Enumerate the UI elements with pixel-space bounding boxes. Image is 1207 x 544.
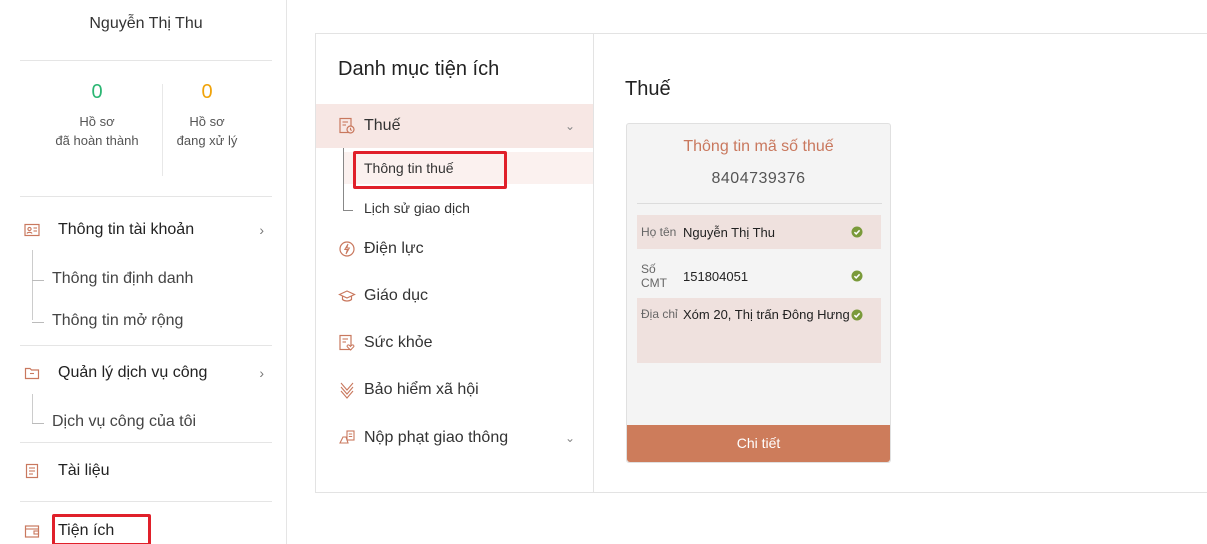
category-item-education[interactable]: Giáo dục [316, 274, 593, 318]
traffic-fine-icon [338, 429, 356, 447]
sidebar-divider [286, 0, 287, 544]
tax-card-title: Thông tin mã số thuế [683, 138, 834, 155]
info-value: Xóm 20, Thị trấn Đông Hưng [683, 307, 850, 322]
sidebar: Nguyễn Thị Thu 0 Hồ sơ đã hoàn thành 0 H… [0, 0, 288, 544]
tax-info-card: Thông tin mã số thuế 8404739376 Họ tên N… [626, 123, 891, 463]
tree-tick [343, 210, 353, 211]
sidebar-item-extended-info[interactable]: Thông tin mở rộng [32, 312, 183, 330]
divider [20, 345, 272, 346]
menu-account[interactable]: Thông tin tài khoản › [24, 218, 272, 242]
sidebar-item-my-services[interactable]: Dịch vụ công của tôi [32, 413, 196, 431]
wallet-icon [24, 523, 40, 539]
check-circle-icon [851, 226, 867, 238]
category-item-tax[interactable]: Thuế ⌄ [316, 104, 593, 148]
check-circle-icon [851, 303, 867, 363]
category-item-label: Nộp phạt giao thông [364, 429, 509, 446]
menu-utilities-label: Tiện ích [58, 522, 115, 539]
menu-documents-label: Tài liệu [58, 462, 110, 479]
subitem-tax-info[interactable]: Thông tin thuế [344, 152, 593, 184]
id-card-icon [24, 222, 40, 238]
stat-processing-value: 0 [201, 81, 213, 103]
tax-code: 8404739376 [711, 170, 806, 187]
sidebar-item-identity[interactable]: Thông tin định danh [32, 270, 193, 288]
social-insurance-icon [338, 381, 356, 399]
category-item-label: Sức khỏe [364, 334, 433, 351]
stat-processing-label: Hồ sơ đang xử lý [176, 114, 238, 148]
divider [20, 501, 272, 502]
category-item-label: Bảo hiểm xã hội [364, 381, 479, 398]
info-key: Họ tên [641, 225, 677, 239]
info-key: Địa chỉ [641, 307, 678, 321]
user-name: Nguyễn Thị Thu [89, 15, 203, 32]
subitem-transaction-history[interactable]: Lịch sử giao dịch [364, 200, 470, 216]
category-item-label: Giáo dục [364, 287, 429, 304]
health-record-icon [338, 334, 356, 352]
category-item-label: Điện lực [364, 240, 424, 257]
category-item-health[interactable]: Sức khỏe [316, 321, 593, 365]
divider [20, 196, 272, 197]
check-circle-icon [851, 270, 867, 282]
menu-documents[interactable]: Tài liệu [24, 459, 272, 483]
divider [20, 60, 272, 61]
detail-button[interactable]: Chi tiết [627, 425, 890, 462]
folder-icon [24, 365, 40, 381]
graduation-cap-icon [338, 287, 356, 305]
divider [20, 442, 272, 443]
stat-completed[interactable]: 0 Hồ sơ đã hoàn thành [42, 80, 152, 150]
info-row-name: Họ tên Nguyễn Thị Thu [637, 215, 881, 249]
electricity-icon [338, 240, 356, 258]
info-row-id: Số CMT 151804051 [637, 261, 881, 291]
stat-completed-label: Hồ sơ đã hoàn thành [55, 114, 139, 148]
chevron-down-icon: ⌄ [564, 119, 575, 133]
info-value: Nguyễn Thị Thu [683, 224, 776, 240]
tax-icon [338, 117, 356, 135]
info-row-address: Địa chỉ Xóm 20, Thị trấn Đông Hưng [637, 298, 881, 363]
chevron-right-icon: › [259, 365, 264, 381]
category-item-social-insurance[interactable]: Bảo hiểm xã hội [316, 368, 593, 412]
menu-public-services[interactable]: Quản lý dịch vụ công › [24, 361, 272, 385]
stat-processing[interactable]: 0 Hồ sơ đang xử lý [152, 80, 262, 150]
menu-public-services-label: Quản lý dịch vụ công [58, 364, 208, 381]
document-icon [24, 463, 40, 479]
info-value: 151804051 [683, 268, 749, 284]
chevron-down-icon: ⌄ [564, 431, 575, 445]
divider [637, 203, 882, 204]
category-item-label: Thuế [364, 117, 401, 134]
utilities-card: Danh mục tiện ích Thuế ⌄ Thông tin thuế … [315, 33, 1207, 493]
chevron-right-icon: › [259, 222, 264, 238]
category-list: Danh mục tiện ích Thuế ⌄ Thông tin thuế … [316, 34, 594, 492]
info-key: Số CMT [641, 262, 667, 290]
menu-utilities[interactable]: Tiện ích [24, 519, 272, 543]
category-title: Danh mục tiện ích [338, 58, 500, 80]
stat-completed-value: 0 [91, 81, 103, 103]
panel-title: Thuế [625, 78, 671, 100]
category-item-traffic-fine[interactable]: Nộp phạt giao thông ⌄ [316, 416, 593, 460]
category-item-electricity[interactable]: Điện lực [316, 227, 593, 271]
menu-account-label: Thông tin tài khoản [58, 221, 195, 238]
